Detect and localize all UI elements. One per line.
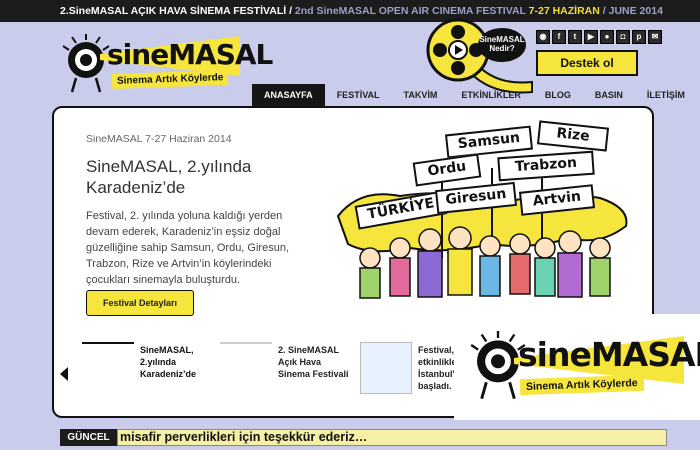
logo-tagline: Sinema Artık Köylerde [111,69,229,90]
instagram-icon[interactable]: ◘ [616,30,630,44]
hero-date: SineMASAL 7-27 Haziran 2014 [86,133,232,145]
thumb-caption: 2. SineMASAL Açık Hava Sinema Festivali [278,345,349,379]
news-ticker-label: GÜNCEL [60,429,117,446]
carousel-item[interactable]: Festival, etkinlikle İstanbul' başladı. [360,342,460,402]
hero-title[interactable]: SineMASAL, 2.yılında Karadeniz’de [86,156,286,198]
pinterest-icon[interactable]: p [632,30,646,44]
bubble-line-2: Nedir? [489,44,515,53]
carousel-item[interactable]: 2. SineMASAL Açık Hava Sinema Festivali [220,342,360,402]
nav-item-basin[interactable]: BASIN [583,84,635,106]
festival-details-button[interactable]: Festival Detayları [86,290,194,316]
thumb-caption: SineMASAL, 2.yılında Karadeniz’de [140,345,197,379]
rss-icon[interactable]: ◉ [536,30,550,44]
nav-item-blog[interactable]: BLOG [533,84,583,106]
hero-illustration: Samsun Rize Ordu Trabzon TÜRKİYE Giresun… [330,118,650,318]
mail-icon[interactable]: ✉ [648,30,662,44]
facebook-icon[interactable]: f [552,30,566,44]
hero-description: Festival, 2. yılında yoluna kaldığı yerd… [86,210,289,286]
separator: / [602,5,606,17]
twitter-icon[interactable]: t [568,30,582,44]
what-is-sinemasal-bubble[interactable]: SineMASAL Nedir? [478,28,526,62]
support-button[interactable]: Destek ol [536,50,638,76]
nav-item-takvim[interactable]: TAKVİM [392,84,450,106]
festival-month-en: JUNE 2014 [608,5,663,17]
carousel-item[interactable]: SineMASAL, 2.yılında Karadeniz’de [82,342,222,402]
nav-item-anasayfa[interactable]: ANASAYFA [252,84,325,106]
nav-item-etkinlikler[interactable]: ETKİNLİKLER [449,84,533,106]
bubble-line-1: SineMASAL [479,35,525,44]
thumb-caption: Festival, etkinlikle İstanbul' başladı. [418,345,457,391]
nav-item-festival[interactable]: FESTİVAL [325,84,392,106]
youtube-icon[interactable]: ▶ [584,30,598,44]
main-nav: ANASAYFA FESTİVAL TAKVİM ETKİNLİKLER BLO… [252,84,697,106]
thumb-image [360,342,412,394]
flickr-icon[interactable]: ● [600,30,614,44]
festival-dates: 7-27 HAZİRAN [528,5,600,17]
site-logo[interactable]: sineMASAL Sinema Artık Köylerde [62,32,273,100]
news-ticker-text[interactable]: misafir perverlikleri için teşekkür eder… [117,429,667,446]
nav-item-iletisim[interactable]: İLETİŞİM [635,84,697,106]
thumb-image [220,342,272,394]
thumb-image [82,342,134,394]
carousel-prev-arrow[interactable] [60,367,68,381]
social-links: ◉ f t ▶ ● ◘ p ✉ [536,30,662,44]
logo-wordmark: sineMASAL [107,38,273,71]
festival-title-tr: 2.SineMASAL AÇIK HAVA SİNEMA FESTİVALİ [60,5,287,17]
popup-logo-wordmark: sineMASAL [518,335,700,374]
top-banner: 2.SineMASAL AÇIK HAVA SİNEMA FESTİVALİ /… [0,0,700,22]
separator: / [289,5,292,17]
